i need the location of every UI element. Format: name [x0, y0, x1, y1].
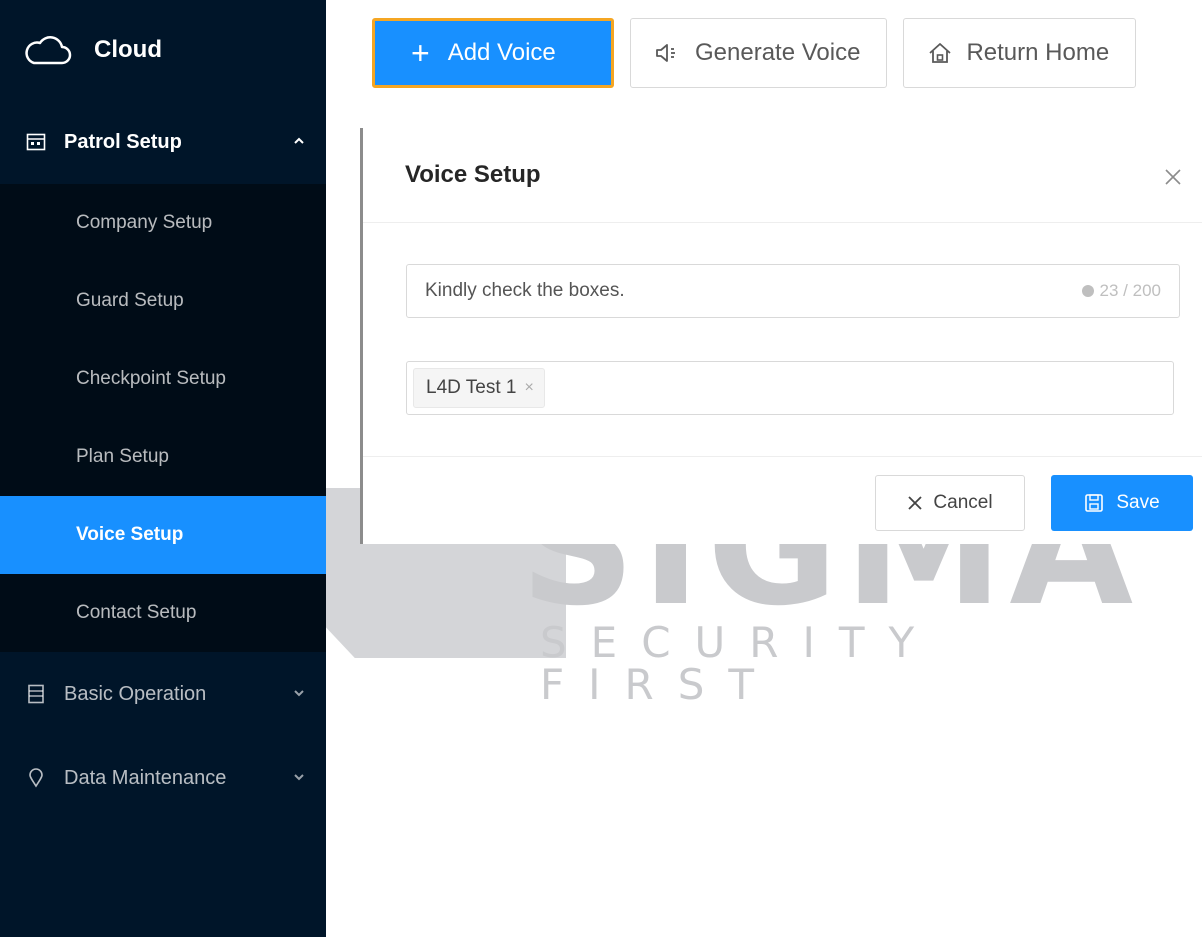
menu-data-maintenance-label: Data Maintenance	[64, 766, 227, 789]
add-voice-button[interactable]: + Add Voice	[372, 18, 614, 88]
cancel-button[interactable]: Cancel	[875, 475, 1025, 531]
close-icon	[908, 496, 923, 510]
modal-title: Voice Setup	[405, 161, 541, 188]
guard-multi-select[interactable]: L4D Test 1 ×	[406, 361, 1174, 415]
chevron-down-icon	[294, 774, 304, 781]
cloud-icon	[25, 36, 72, 65]
modal-header: Voice Setup	[363, 128, 1202, 223]
add-voice-label: Add Voice	[447, 39, 556, 66]
menu-patrol-setup[interactable]: Patrol Setup	[0, 100, 326, 184]
menu-data-maintenance[interactable]: Data Maintenance	[0, 736, 326, 820]
sidebar-item-plan-setup[interactable]: Plan Setup	[0, 418, 326, 496]
toolbar: + Add Voice Generate Voice Return Home	[372, 18, 1137, 88]
tag-remove-icon[interactable]: ×	[524, 379, 533, 397]
patrol-submenu: Company Setup Guard Setup Checkpoint Set…	[0, 184, 326, 652]
chevron-down-icon	[294, 690, 304, 697]
brand-title: Cloud	[94, 36, 162, 63]
close-icon[interactable]	[1164, 168, 1182, 186]
sidebar-item-contact-setup[interactable]: Contact Setup	[0, 574, 326, 652]
voice-setup-modal: Voice Setup Kindly check the boxes. 23 /…	[360, 128, 1202, 544]
voice-text-value: Kindly check the boxes.	[425, 280, 625, 301]
return-home-label: Return Home	[966, 39, 1110, 66]
document-icon	[28, 684, 44, 704]
plus-icon: +	[411, 35, 430, 71]
char-count: 23 / 200	[1099, 281, 1161, 300]
brand[interactable]: Cloud	[0, 0, 326, 100]
home-icon	[928, 42, 952, 64]
sidebar: Cloud Patrol Setup Company Setup Guard S…	[0, 0, 326, 937]
sidebar-item-company-setup[interactable]: Company Setup	[0, 184, 326, 262]
chevron-up-icon	[294, 137, 304, 144]
sidebar-item-voice-setup[interactable]: Voice Setup	[0, 496, 326, 574]
menu-patrol-setup-label: Patrol Setup	[64, 130, 182, 153]
menu-basic-operation-label: Basic Operation	[64, 682, 207, 705]
cancel-label: Cancel	[933, 492, 993, 513]
save-icon	[1085, 494, 1104, 512]
save-button[interactable]: Save	[1051, 475, 1193, 531]
calendar-icon	[26, 133, 46, 151]
return-home-button[interactable]: Return Home	[903, 18, 1137, 88]
selected-tag-label: L4D Test 1	[426, 377, 517, 398]
modal-footer: Cancel Save	[363, 456, 1202, 545]
generate-voice-label: Generate Voice	[695, 39, 861, 66]
selected-tag: L4D Test 1 ×	[413, 368, 545, 408]
location-pin-icon	[29, 768, 43, 788]
menu-basic-operation[interactable]: Basic Operation	[0, 652, 326, 736]
sidebar-item-checkpoint-setup[interactable]: Checkpoint Setup	[0, 340, 326, 418]
generate-voice-button[interactable]: Generate Voice	[630, 18, 888, 88]
char-counter: 23 / 200	[1081, 281, 1161, 301]
clear-icon[interactable]	[1081, 285, 1094, 297]
save-label: Save	[1116, 492, 1160, 513]
voice-text-input[interactable]: Kindly check the boxes. 23 / 200	[406, 264, 1180, 318]
watermark-tagline: SECURITY FIRST	[540, 618, 939, 709]
sound-icon	[655, 42, 681, 64]
sidebar-item-guard-setup[interactable]: Guard Setup	[0, 262, 326, 340]
